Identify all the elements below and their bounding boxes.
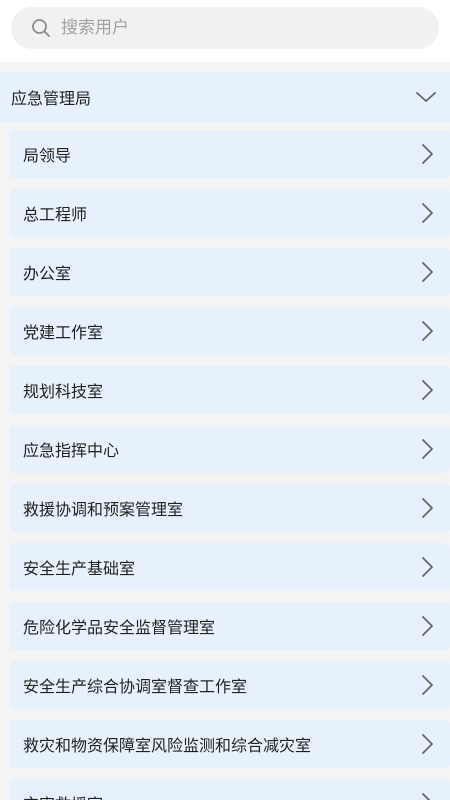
- chevron-right-icon: [418, 319, 436, 343]
- chevron-right-icon: [418, 378, 436, 402]
- chevron-right-icon: [418, 142, 436, 166]
- department-item-label: 应急指挥中心: [23, 441, 120, 460]
- department-item-label: 危险化学品安全监督管理室: [23, 618, 216, 637]
- chevron-right-icon: [418, 260, 436, 284]
- group-title: 应急管理局: [11, 89, 92, 108]
- search-box[interactable]: [11, 7, 439, 49]
- chevron-right-icon: [418, 673, 436, 697]
- user-directory-screen: 应急管理局 局领导 总工程师 办公室: [0, 0, 450, 800]
- department-item[interactable]: 规划科技室: [10, 366, 450, 414]
- search-icon: [31, 18, 51, 38]
- department-item-label: 救灾和物资保障室风险监测和综合减灾室: [23, 736, 312, 755]
- department-item-label: 党建工作室: [23, 323, 104, 342]
- chevron-right-icon: [418, 201, 436, 225]
- chevron-right-icon: [418, 614, 436, 638]
- chevron-right-icon: [418, 555, 436, 579]
- department-item-label: 安全生产基础室: [23, 559, 136, 578]
- department-item[interactable]: 总工程师: [10, 189, 450, 237]
- chevron-right-icon: [418, 732, 436, 756]
- department-item[interactable]: 救援协调和预案管理室: [10, 484, 450, 532]
- department-item[interactable]: 局领导: [10, 130, 450, 178]
- department-item-label: 规划科技室: [23, 382, 104, 401]
- group-header-emergency-bureau[interactable]: 应急管理局: [0, 72, 450, 122]
- department-list: 应急管理局 局领导 总工程师 办公室 党建工作室 规划科技室 应急指挥中心 救援…: [0, 62, 450, 800]
- department-item[interactable]: 安全生产综合协调室督查工作室: [10, 661, 450, 709]
- department-item-label: 灾害救援室: [23, 791, 103, 800]
- department-item[interactable]: 安全生产基础室: [10, 543, 450, 591]
- department-item[interactable]: 办公室: [10, 248, 450, 296]
- department-item[interactable]: 灾害救援室: [10, 779, 450, 800]
- department-item-label: 安全生产综合协调室督查工作室: [23, 677, 248, 696]
- search-input[interactable]: [59, 17, 423, 39]
- department-item[interactable]: 党建工作室: [10, 307, 450, 355]
- department-item[interactable]: 应急指挥中心: [10, 425, 450, 473]
- department-item-label: 救援协调和预案管理室: [23, 500, 184, 519]
- department-item[interactable]: 救灾和物资保障室风险监测和综合减灾室: [10, 720, 450, 768]
- search-bar: [0, 0, 450, 62]
- department-item[interactable]: 危险化学品安全监督管理室: [10, 602, 450, 650]
- chevron-right-icon: [418, 496, 436, 520]
- department-item-label: 局领导: [23, 146, 72, 165]
- department-item-label: 总工程师: [23, 205, 88, 224]
- chevron-right-icon: [418, 791, 436, 800]
- department-item-label: 办公室: [23, 264, 72, 283]
- chevron-down-icon[interactable]: [414, 85, 438, 109]
- chevron-right-icon: [418, 437, 436, 461]
